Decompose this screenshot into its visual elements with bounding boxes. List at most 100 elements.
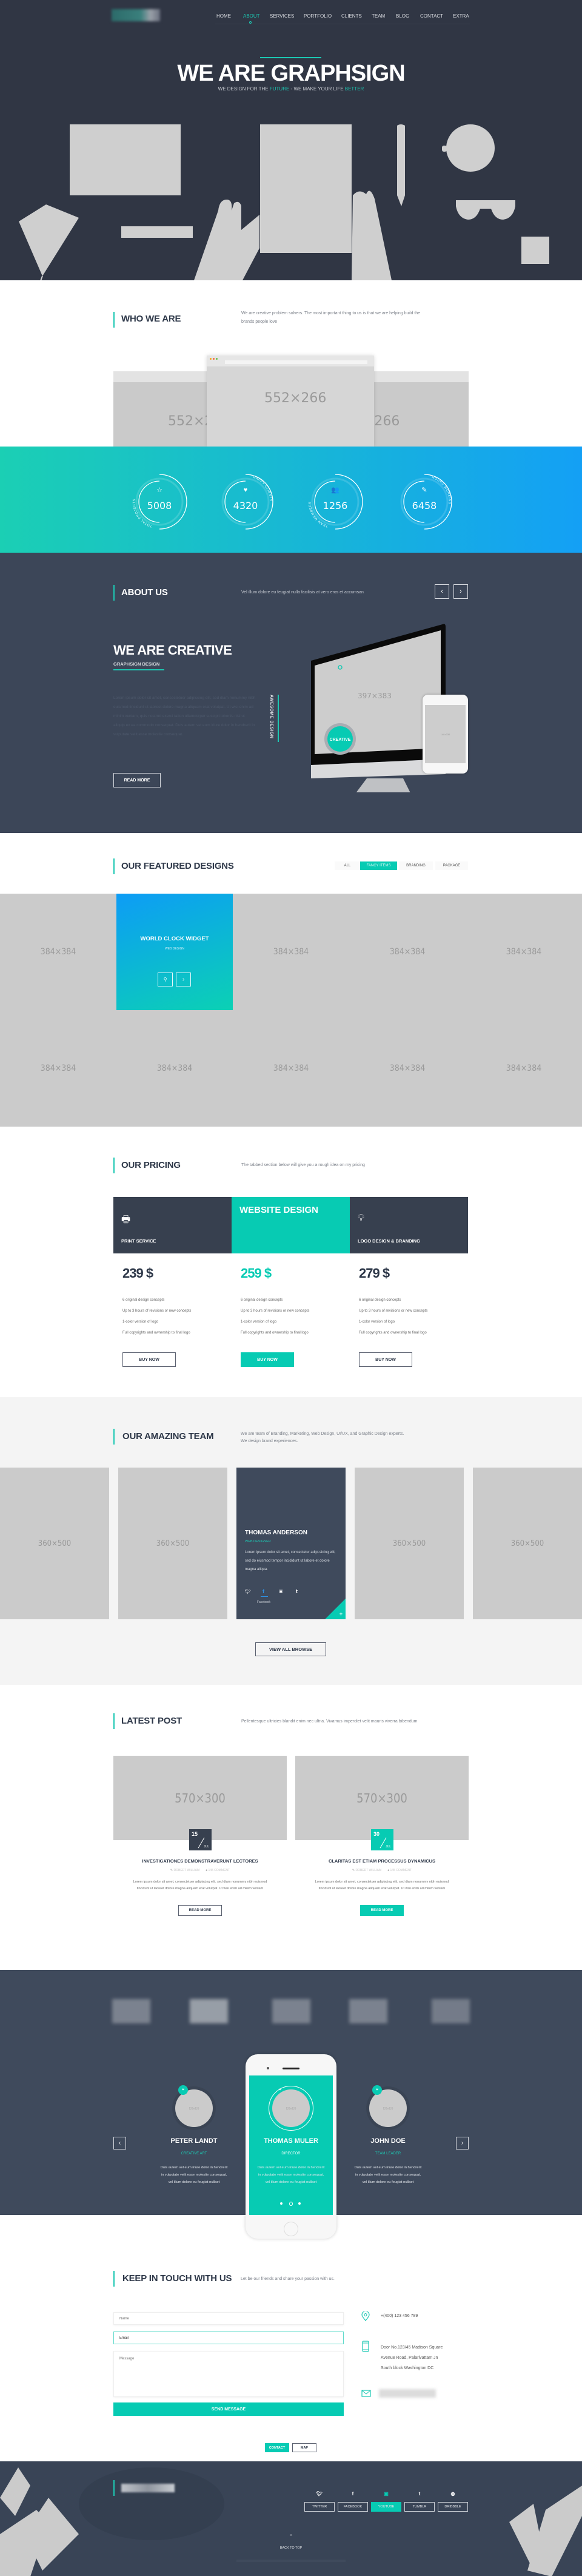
- counters-section: ☆ 5008 TOTAL PROJECTS ♥ 4320 HAPPY CLIENTS 👥 12…: [0, 447, 582, 553]
- buy-now-button[interactable]: BUY NOW: [122, 1352, 176, 1367]
- social-button-dribbble[interactable]: DRIBBBLE: [438, 2502, 468, 2512]
- portfolio-item[interactable]: 384×384: [466, 1010, 582, 1127]
- slider-dot[interactable]: [289, 2202, 293, 2206]
- footer-logo[interactable]: [121, 2484, 175, 2492]
- plan-feature: Full copyrights and ownership to final l…: [241, 1331, 309, 1335]
- mockup-size-label: 552×266: [264, 391, 327, 406]
- zoom-button[interactable]: ⚲: [158, 973, 173, 986]
- social-button-facebook[interactable]: FACEBOOK: [338, 2502, 368, 2512]
- testimonial-role: TEAM LEADER: [375, 2152, 401, 2156]
- open-button[interactable]: ›: [176, 973, 191, 986]
- tumblr-icon[interactable]: t: [404, 2491, 435, 2497]
- social-button-tumblr[interactable]: TUMBLR: [404, 2502, 435, 2512]
- nav-portfolio[interactable]: PORTFOLIO: [304, 13, 332, 19]
- team-member-card[interactable]: 360×500: [473, 1468, 582, 1619]
- slider-dot[interactable]: [280, 2202, 283, 2205]
- chevron-double-up-icon[interactable]: ⌃: [0, 2534, 582, 2540]
- buy-now-button[interactable]: BUY NOW: [359, 1352, 412, 1367]
- nav-home[interactable]: HOME: [216, 13, 231, 19]
- nav-services[interactable]: SERVICES: [270, 13, 294, 19]
- section-title: WHO WE ARE: [121, 314, 181, 324]
- prev-arrow-button[interactable]: ‹: [435, 584, 449, 599]
- fan-shape: [19, 204, 79, 276]
- plan-feature: Up to 3 hours of revisions or new concep…: [359, 1309, 428, 1313]
- about-subheading: GRAPHSIGN DESIGN: [113, 661, 160, 667]
- portfolio-item[interactable]: 384×384: [0, 894, 116, 1010]
- view-all-button[interactable]: VIEW ALL BROWSE: [255, 1642, 326, 1656]
- social-button-twitter[interactable]: TWITTER: [304, 2502, 335, 2512]
- portfolio-item[interactable]: 384×384: [233, 1010, 349, 1127]
- twitter-icon[interactable]: 🐦︎: [245, 1589, 251, 1594]
- filter-branding[interactable]: BRANDING: [399, 861, 433, 870]
- post-title[interactable]: CLARITAS EST ETIAM PROCESSUS DYNAMICUS: [295, 1858, 469, 1864]
- browser-mockup-left: 552×266: [113, 371, 230, 447]
- vertical-label: AWESOME DESIGN: [269, 695, 273, 739]
- post-image[interactable]: 570×300: [113, 1756, 287, 1840]
- read-more-button[interactable]: READ MORE: [113, 773, 161, 787]
- youtube-icon[interactable]: ▣: [371, 2491, 401, 2497]
- portfolio-item[interactable]: 384×384: [349, 894, 466, 1010]
- email-input[interactable]: [113, 2332, 344, 2344]
- hero-section: HOME ABOUT SERVICES PORTFOLIO CLIENTS TE…: [0, 0, 582, 280]
- portfolio-item[interactable]: 384×384: [233, 894, 349, 1010]
- plan-feature: Up to 3 hours of revisions or new concep…: [122, 1309, 192, 1313]
- read-more-button[interactable]: READ MORE: [178, 1905, 222, 1916]
- nav-about[interactable]: ABOUT: [243, 13, 260, 19]
- nav-blog[interactable]: BLOG: [396, 13, 409, 19]
- testimonial-text: Duis autem vel eum iriure dolor in hendr…: [354, 2166, 422, 2184]
- nav-clients[interactable]: CLIENTS: [341, 13, 362, 19]
- section-accent-bar: [113, 1713, 115, 1729]
- post-comments[interactable]: 145 COMMENT: [209, 1869, 230, 1872]
- name-input[interactable]: [113, 2312, 344, 2325]
- nav-team[interactable]: TEAM: [372, 13, 385, 19]
- team-member-card[interactable]: 360×500: [118, 1468, 227, 1619]
- portfolio-item[interactable]: 384×384: [349, 1010, 466, 1127]
- post-author[interactable]: ROBERT WILLIAM: [174, 1869, 200, 1872]
- portfolio-item[interactable]: 384×384: [0, 1010, 116, 1127]
- next-arrow-button[interactable]: ›: [453, 584, 468, 599]
- filter-package[interactable]: PACKAGE: [435, 861, 468, 870]
- tab-map[interactable]: MAP: [292, 2443, 316, 2452]
- portfolio-item[interactable]: 384×384: [466, 894, 582, 1010]
- facebook-icon[interactable]: f: [338, 2491, 368, 2497]
- lightbulb-icon: 💡︎: [358, 1213, 365, 1223]
- youtube-icon[interactable]: ▣: [279, 1589, 283, 1594]
- post-author[interactable]: ROBERT WILLIAM: [356, 1869, 382, 1872]
- post-comments[interactable]: 145 COMMENT: [390, 1869, 412, 1872]
- member-bio: Lorem ipsum dolor sit amet, consectetur …: [245, 1551, 336, 1571]
- filter-all[interactable]: ALL: [335, 861, 360, 870]
- nav-contact[interactable]: CONTACT: [420, 13, 443, 19]
- plus-icon[interactable]: +: [340, 1611, 343, 1617]
- map-pin-icon: [361, 2311, 370, 2321]
- facebook-icon[interactable]: f: [263, 1588, 264, 1594]
- read-more-button[interactable]: READ MORE: [360, 1905, 404, 1916]
- social-button-youtube[interactable]: YOUTUBE: [371, 2502, 401, 2512]
- back-to-top-link[interactable]: BACK TO TOP: [0, 2546, 582, 2550]
- post-title[interactable]: INVESTIGATIONES DEMONSTRAVERUNT LECTORES: [113, 1858, 287, 1864]
- filter-fancy-items[interactable]: FANCY ITEMS: [360, 861, 397, 870]
- pricing-section: OUR PRICING The tabbed section below wil…: [0, 1127, 582, 1397]
- portfolio-item-active[interactable]: WORLD CLOCK WIDGET WEB DESIGN ⚲ ›: [116, 894, 233, 1010]
- buy-now-button[interactable]: BUY NOW: [241, 1352, 294, 1367]
- member-role: WEB DESIGNER: [245, 1540, 271, 1543]
- message-input[interactable]: [113, 2351, 344, 2397]
- send-message-button[interactable]: SEND MESSAGE: [113, 2402, 344, 2416]
- twitter-icon[interactable]: 🐦︎: [304, 2491, 335, 2497]
- tab-contact[interactable]: CONTACT: [265, 2443, 289, 2452]
- team-member-card-active[interactable]: THOMAS ANDERSON WEB DESIGNER Lorem ipsum…: [236, 1468, 346, 1619]
- slider-dot[interactable]: [298, 2202, 301, 2205]
- plan-feature: 6 original design concepts: [122, 1298, 165, 1302]
- envelope-icon: [361, 2390, 371, 2397]
- description-line: We are team of Branding, Marketing, Web …: [241, 1432, 404, 1436]
- section-accent-bar: [113, 585, 115, 601]
- logo[interactable]: [112, 9, 160, 21]
- contact-phone: +(400) 123 456 789: [381, 2314, 418, 2318]
- team-member-card[interactable]: 360×500: [0, 1468, 109, 1619]
- post-image[interactable]: 570×300: [295, 1756, 469, 1840]
- portfolio-item[interactable]: 384×384: [116, 1010, 233, 1127]
- team-member-card[interactable]: 360×500: [355, 1468, 464, 1619]
- tumblr-icon[interactable]: t: [296, 1588, 298, 1594]
- quote-icon: “: [372, 2085, 382, 2095]
- nav-extra[interactable]: EXTRA: [453, 13, 469, 19]
- dribbble-icon[interactable]: ◍: [438, 2491, 468, 2497]
